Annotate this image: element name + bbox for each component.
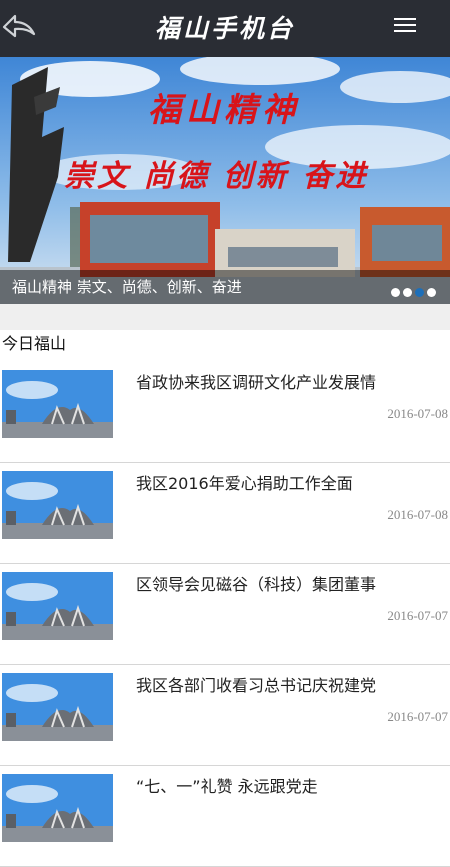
news-item[interactable]: 区领导会见磁谷（科技）集团董事 2016-07-07 <box>0 564 450 665</box>
banner-slogan-line1: 福山精神 <box>148 90 300 129</box>
section-divider <box>0 304 450 330</box>
section-title: 今日福山 <box>2 334 67 353</box>
news-title: 我区各部门收看习总书记庆祝建党 <box>136 676 377 695</box>
news-thumbnail <box>2 673 113 741</box>
news-title: “七、一”礼赞 永远跟党走 <box>136 777 318 796</box>
news-date: 2016-07-07 <box>387 709 448 724</box>
carousel-indicator <box>391 282 439 297</box>
news-thumbnail <box>2 471 113 539</box>
news-list: 省政协来我区调研文化产业发展情 2016-07-08 我区2016年爱心捐助工作… <box>0 362 450 867</box>
banner-caption: 福山精神 崇文、尚德、创新、奋进 <box>12 278 242 296</box>
news-title: 我区2016年爱心捐助工作全面 <box>136 474 353 493</box>
news-thumbnail <box>2 572 113 640</box>
news-thumbnail <box>2 774 113 842</box>
banner-caption-bar: 福山精神 崇文、尚德、创新、奋进 <box>0 270 450 304</box>
hamburger-line <box>394 24 416 26</box>
banner-slogan-line2: 崇文 尚德 创新 奋进 <box>64 159 369 194</box>
app-header: 福山手机台 <box>0 0 450 57</box>
news-title: 省政协来我区调研文化产业发展情 <box>136 373 377 392</box>
carousel-dot-active[interactable] <box>415 288 424 297</box>
news-item[interactable]: “七、一”礼赞 永远跟党走 <box>0 766 450 867</box>
hamburger-menu-icon <box>394 18 416 20</box>
news-date: 2016-07-08 <box>387 507 448 522</box>
hamburger-line <box>394 30 416 32</box>
news-item[interactable]: 我区各部门收看习总书记庆祝建党 2016-07-07 <box>0 665 450 766</box>
app-title: 福山手机台 <box>154 14 295 43</box>
banner-carousel[interactable]: 福山精神 崇文 尚德 创新 奋进 福山精神 崇文、尚德、创新、奋进 <box>0 57 450 304</box>
news-item[interactable]: 我区2016年爱心捐助工作全面 2016-07-08 <box>0 463 450 564</box>
news-thumbnail <box>2 370 113 438</box>
news-date: 2016-07-07 <box>387 608 448 623</box>
carousel-dot[interactable] <box>403 288 412 297</box>
carousel-dot[interactable] <box>391 288 400 297</box>
news-item[interactable]: 省政协来我区调研文化产业发展情 2016-07-08 <box>0 362 450 463</box>
menu-button[interactable] <box>394 18 416 36</box>
news-title: 区领导会见磁谷（科技）集团董事 <box>136 575 377 594</box>
carousel-dot[interactable] <box>427 288 436 297</box>
news-date: 2016-07-08 <box>387 406 448 421</box>
